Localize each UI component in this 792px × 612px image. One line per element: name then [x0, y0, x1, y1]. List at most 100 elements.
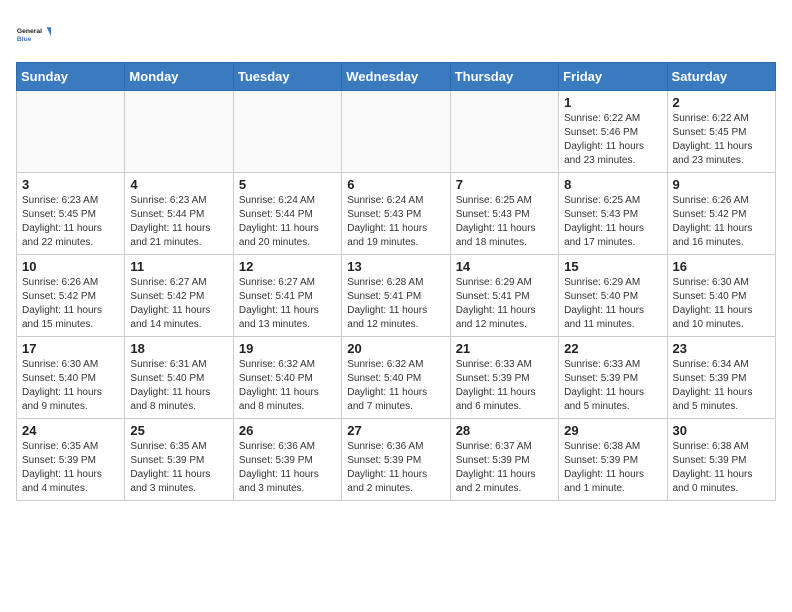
day-number: 18 [130, 341, 227, 356]
calendar-day-cell: 20Sunrise: 6:32 AMSunset: 5:40 PMDayligh… [342, 337, 450, 419]
calendar-day-cell: 8 Sunrise: 6:25 AMSunset: 5:43 PMDaylight… [559, 173, 667, 255]
calendar-day-cell [17, 91, 125, 173]
day-info: Sunrise: 6:22 AMSunset: 5:46 PMDaylight:… [564, 112, 661, 168]
calendar-day-cell: 16 Sunrise: 6:30 AMSunset: 5:40 PMDayligh… [667, 255, 775, 337]
calendar-day-cell: 10 Sunrise: 6:26 AMSunset: 5:42 PMDayligh… [17, 255, 125, 337]
day-number: 7 [456, 177, 553, 192]
day-number: 24 [22, 423, 119, 438]
day-info: Sunrise: 6:23 AMSunset: 5:44 PMDaylight:… [130, 194, 227, 250]
day-number: 5 [239, 177, 336, 192]
calendar-day-cell: 26 Sunrise: 6:36 AMSunset: 5:39 PMDayligh… [233, 419, 341, 501]
calendar-day-cell: 6 Sunrise: 6:24 AMSunset: 5:43 PMDaylight… [342, 173, 450, 255]
day-info: Sunrise: 6:35 AMSunset: 5:39 PMDaylight:… [22, 440, 119, 496]
day-number: 15 [564, 259, 661, 274]
day-info: Sunrise: 6:26 AMSunset: 5:42 PMDaylight:… [673, 194, 770, 250]
weekday-header-row: SundayMondayTuesdayWednesdayThursdayFrid… [17, 63, 776, 91]
calendar-day-cell: 28 Sunrise: 6:37 AMSunset: 5:39 PMDayligh… [450, 419, 558, 501]
day-info: Sunrise: 6:24 AMSunset: 5:43 PMDaylight:… [347, 194, 444, 250]
day-info: Sunrise: 6:33 AMSunset: 5:39 PMDaylight:… [564, 358, 661, 414]
day-number: 11 [130, 259, 227, 274]
day-number: 22 [564, 341, 661, 356]
calendar-day-cell: 17Sunrise: 6:30 AMSunset: 5:40 PMDayligh… [17, 337, 125, 419]
calendar-day-cell [450, 91, 558, 173]
calendar-week-1: 1 Sunrise: 6:22 AMSunset: 5:46 PMDaylight… [17, 91, 776, 173]
weekday-header-saturday: Saturday [667, 63, 775, 91]
svg-text:General: General [17, 28, 42, 35]
day-number: 13 [347, 259, 444, 274]
calendar-day-cell: 15 Sunrise: 6:29 AMSunset: 5:40 PMDayligh… [559, 255, 667, 337]
day-info: Sunrise: 6:23 AMSunset: 5:45 PMDaylight:… [22, 194, 119, 250]
weekday-header-sunday: Sunday [17, 63, 125, 91]
weekday-header-monday: Monday [125, 63, 233, 91]
calendar-week-5: 24 Sunrise: 6:35 AMSunset: 5:39 PMDayligh… [17, 419, 776, 501]
day-number: 28 [456, 423, 553, 438]
day-info: Sunrise: 6:28 AMSunset: 5:41 PMDaylight:… [347, 276, 444, 332]
day-number: 4 [130, 177, 227, 192]
calendar-day-cell: 23Sunrise: 6:34 AMSunset: 5:39 PMDayligh… [667, 337, 775, 419]
day-info: Sunrise: 6:27 AMSunset: 5:42 PMDaylight:… [130, 276, 227, 332]
calendar-day-cell: 14Sunrise: 6:29 AMSunset: 5:41 PMDayligh… [450, 255, 558, 337]
day-number: 20 [347, 341, 444, 356]
calendar-day-cell: 19 Sunrise: 6:32 AMSunset: 5:40 PMDayligh… [233, 337, 341, 419]
day-number: 1 [564, 95, 661, 110]
calendar-day-cell: 12Sunrise: 6:27 AMSunset: 5:41 PMDayligh… [233, 255, 341, 337]
day-info: Sunrise: 6:26 AMSunset: 5:42 PMDaylight:… [22, 276, 119, 332]
day-info: Sunrise: 6:33 AMSunset: 5:39 PMDaylight:… [456, 358, 553, 414]
day-number: 8 [564, 177, 661, 192]
calendar-day-cell: 29 Sunrise: 6:38 AMSunset: 5:39 PMDayligh… [559, 419, 667, 501]
calendar-day-cell [233, 91, 341, 173]
calendar-week-3: 10 Sunrise: 6:26 AMSunset: 5:42 PMDayligh… [17, 255, 776, 337]
day-number: 16 [673, 259, 770, 274]
day-number: 27 [347, 423, 444, 438]
calendar-day-cell: 7Sunrise: 6:25 AMSunset: 5:43 PMDaylight… [450, 173, 558, 255]
calendar-day-cell: 1 Sunrise: 6:22 AMSunset: 5:46 PMDaylight… [559, 91, 667, 173]
calendar-day-cell: 5 Sunrise: 6:24 AMSunset: 5:44 PMDaylight… [233, 173, 341, 255]
day-info: Sunrise: 6:32 AMSunset: 5:40 PMDaylight:… [239, 358, 336, 414]
day-number: 6 [347, 177, 444, 192]
calendar-day-cell: 2 Sunrise: 6:22 AMSunset: 5:45 PMDaylight… [667, 91, 775, 173]
page-header: GeneralBlue [16, 16, 776, 52]
calendar-day-cell [342, 91, 450, 173]
day-info: Sunrise: 6:22 AMSunset: 5:45 PMDaylight:… [673, 112, 770, 168]
day-info: Sunrise: 6:30 AMSunset: 5:40 PMDaylight:… [673, 276, 770, 332]
day-number: 29 [564, 423, 661, 438]
day-info: Sunrise: 6:27 AMSunset: 5:41 PMDaylight:… [239, 276, 336, 332]
day-info: Sunrise: 6:25 AMSunset: 5:43 PMDaylight:… [564, 194, 661, 250]
calendar-table: SundayMondayTuesdayWednesdayThursdayFrid… [16, 62, 776, 501]
day-info: Sunrise: 6:36 AMSunset: 5:39 PMDaylight:… [239, 440, 336, 496]
day-number: 17 [22, 341, 119, 356]
calendar-day-cell: 30Sunrise: 6:38 AMSunset: 5:39 PMDayligh… [667, 419, 775, 501]
day-number: 9 [673, 177, 770, 192]
day-info: Sunrise: 6:29 AMSunset: 5:40 PMDaylight:… [564, 276, 661, 332]
day-number: 19 [239, 341, 336, 356]
logo-icon: GeneralBlue [16, 16, 52, 52]
day-info: Sunrise: 6:38 AMSunset: 5:39 PMDaylight:… [564, 440, 661, 496]
day-number: 26 [239, 423, 336, 438]
svg-text:Blue: Blue [17, 36, 32, 43]
day-info: Sunrise: 6:35 AMSunset: 5:39 PMDaylight:… [130, 440, 227, 496]
day-number: 30 [673, 423, 770, 438]
day-info: Sunrise: 6:36 AMSunset: 5:39 PMDaylight:… [347, 440, 444, 496]
calendar-day-cell: 22 Sunrise: 6:33 AMSunset: 5:39 PMDayligh… [559, 337, 667, 419]
day-number: 2 [673, 95, 770, 110]
calendar-week-4: 17Sunrise: 6:30 AMSunset: 5:40 PMDayligh… [17, 337, 776, 419]
day-number: 23 [673, 341, 770, 356]
weekday-header-wednesday: Wednesday [342, 63, 450, 91]
calendar-day-cell: 27 Sunrise: 6:36 AMSunset: 5:39 PMDayligh… [342, 419, 450, 501]
calendar-day-cell: 13 Sunrise: 6:28 AMSunset: 5:41 PMDayligh… [342, 255, 450, 337]
weekday-header-tuesday: Tuesday [233, 63, 341, 91]
weekday-header-friday: Friday [559, 63, 667, 91]
calendar-day-cell: 11 Sunrise: 6:27 AMSunset: 5:42 PMDayligh… [125, 255, 233, 337]
calendar-day-cell: 24 Sunrise: 6:35 AMSunset: 5:39 PMDayligh… [17, 419, 125, 501]
day-info: Sunrise: 6:31 AMSunset: 5:40 PMDaylight:… [130, 358, 227, 414]
day-info: Sunrise: 6:37 AMSunset: 5:39 PMDaylight:… [456, 440, 553, 496]
calendar-day-cell: 9 Sunrise: 6:26 AMSunset: 5:42 PMDaylight… [667, 173, 775, 255]
calendar-day-cell: 18 Sunrise: 6:31 AMSunset: 5:40 PMDayligh… [125, 337, 233, 419]
day-info: Sunrise: 6:24 AMSunset: 5:44 PMDaylight:… [239, 194, 336, 250]
day-number: 10 [22, 259, 119, 274]
weekday-header-thursday: Thursday [450, 63, 558, 91]
day-number: 25 [130, 423, 227, 438]
calendar-day-cell [125, 91, 233, 173]
calendar-day-cell: 21Sunrise: 6:33 AMSunset: 5:39 PMDayligh… [450, 337, 558, 419]
day-info: Sunrise: 6:29 AMSunset: 5:41 PMDaylight:… [456, 276, 553, 332]
